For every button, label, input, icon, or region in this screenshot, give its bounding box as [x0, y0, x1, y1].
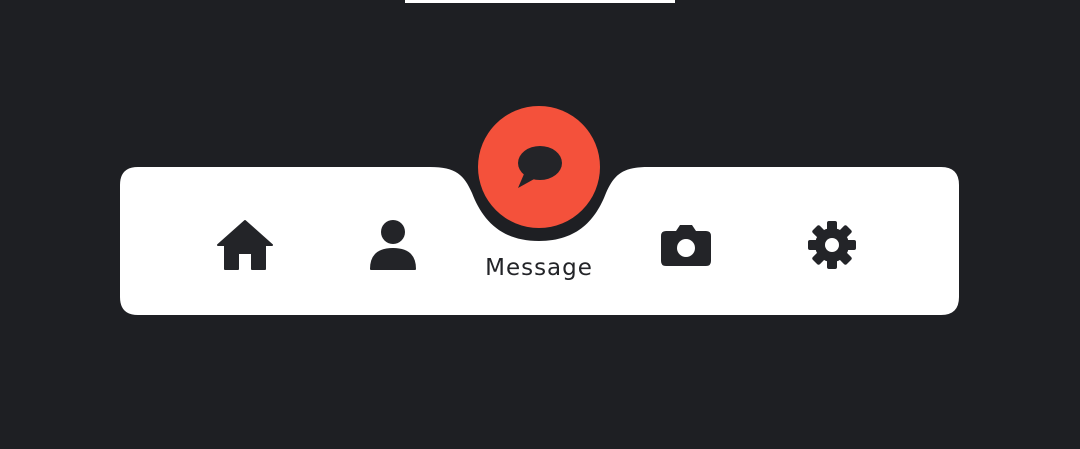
app-screen: Message	[0, 0, 1080, 449]
gear-icon	[808, 221, 856, 269]
user-icon	[370, 220, 416, 270]
home-icon	[217, 220, 273, 270]
nav-item-camera[interactable]	[651, 215, 721, 275]
chat-bubble-icon	[518, 146, 562, 188]
top-divider	[405, 0, 675, 3]
nav-item-message-active[interactable]	[478, 106, 600, 228]
nav-item-settings[interactable]	[797, 215, 867, 275]
nav-item-home[interactable]	[210, 215, 280, 275]
bottom-navigation-bar: Message	[120, 106, 959, 315]
nav-item-message-label: Message	[485, 255, 593, 281]
camera-icon	[661, 225, 711, 266]
nav-item-profile[interactable]	[358, 215, 428, 275]
